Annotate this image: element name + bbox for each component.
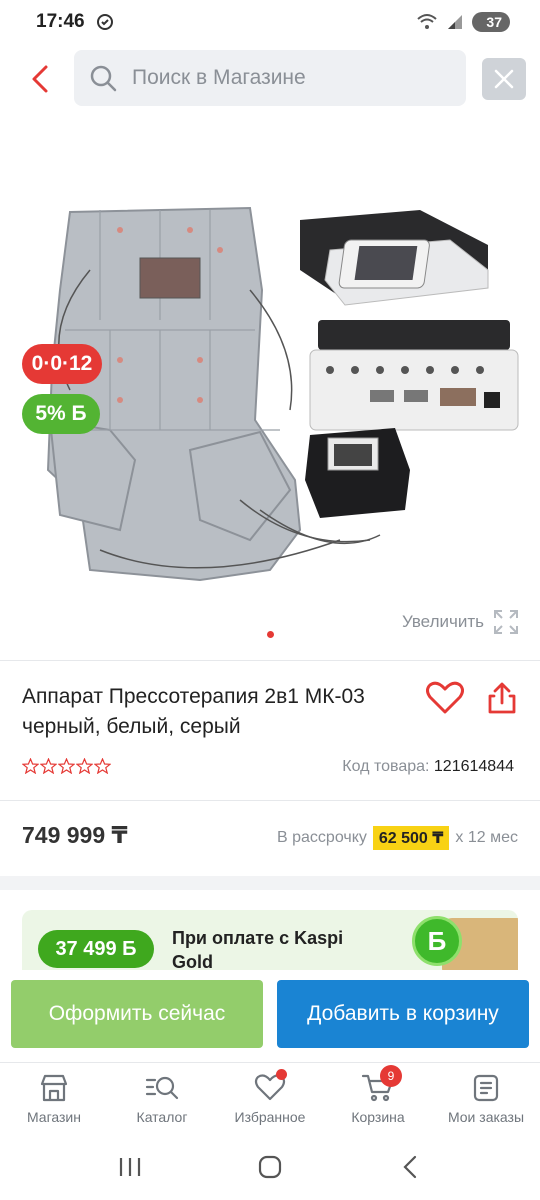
chevron-left-icon — [32, 65, 48, 93]
catalog-icon — [145, 1076, 179, 1100]
installment-prefix: В рассрочку — [277, 829, 367, 846]
star-icon — [94, 758, 111, 774]
product-title: Аппарат Прессотерапия 2в1 МК-03 черный, … — [22, 685, 365, 738]
favorites-notification-dot — [276, 1069, 287, 1080]
cart-count-badge: 9 — [380, 1065, 402, 1087]
shop-icon — [40, 1074, 68, 1102]
star-icon — [58, 758, 75, 774]
nav-item-shop[interactable]: Магазин — [0, 1063, 108, 1134]
home-button[interactable] — [240, 1142, 300, 1192]
product-price: 749 999 ₸ — [22, 822, 128, 848]
nav-label: Каталог — [136, 1109, 188, 1125]
nav-item-cart[interactable]: 9 Корзина — [324, 1063, 432, 1134]
nav-item-favorites[interactable]: Избранное — [216, 1063, 324, 1134]
nav-item-orders[interactable]: Мои заказы — [432, 1063, 540, 1134]
product-gallery[interactable]: 0·0·12 5% Б Увеличить — [0, 130, 540, 650]
bottom-navigation: Магазин Каталог Избранное 9 Корзина Мои … — [0, 1062, 540, 1134]
nav-label: Корзина — [351, 1109, 405, 1125]
header — [0, 50, 540, 108]
chevron-left-icon — [403, 1155, 417, 1179]
orders-icon — [473, 1074, 499, 1102]
status-time: 17:46 — [36, 11, 85, 32]
share-icon — [488, 682, 516, 714]
nav-label: Избранное — [234, 1109, 306, 1125]
divider — [0, 660, 540, 661]
installment-amount: 62 500 ₸ — [372, 826, 450, 850]
star-icon — [76, 758, 93, 774]
nav-item-catalog[interactable]: Каталог — [108, 1063, 216, 1134]
buy-now-button[interactable]: Оформить сейчас — [11, 980, 263, 1048]
home-icon — [258, 1155, 282, 1179]
section-separator — [0, 876, 540, 890]
nav-label: Магазин — [26, 1109, 81, 1125]
add-to-cart-button[interactable]: Добавить в корзину — [277, 980, 529, 1048]
star-icon — [40, 758, 57, 774]
star-icon — [22, 758, 39, 774]
close-button[interactable] — [482, 58, 526, 100]
close-icon — [494, 69, 514, 89]
battery-indicator: 37 — [472, 12, 510, 32]
search-input[interactable] — [132, 66, 432, 90]
divider — [0, 800, 540, 801]
promo-bonus-pill: 37 499 Б — [38, 930, 154, 968]
action-bar: Оформить сейчас Добавить в корзину — [0, 972, 540, 1060]
bonus-badge: 5% Б — [22, 394, 100, 434]
signal-icon — [448, 15, 463, 29]
promo-text: При оплате с Kaspi Gold — [172, 928, 344, 970]
system-navigation — [0, 1134, 540, 1200]
share-button[interactable] — [482, 678, 522, 718]
installment-info[interactable]: В рассрочку 62 500 ₸ х 12 мес — [277, 826, 518, 850]
kaspi-gold-promo[interactable]: 37 499 Б При оплате с Kaspi Gold Б — [22, 910, 518, 970]
heart-icon — [426, 681, 464, 714]
product-code: Код товара: 121614844 — [342, 758, 514, 776]
installment-badge: 0·0·12 — [22, 344, 102, 384]
recent-apps-button[interactable] — [100, 1142, 160, 1192]
recent-apps-icon — [119, 1158, 141, 1176]
system-back-button[interactable] — [380, 1142, 440, 1192]
rating-stars — [22, 758, 111, 774]
nav-label: Мои заказы — [447, 1109, 525, 1125]
gallery-page-indicator — [267, 631, 274, 638]
sync-icon — [96, 14, 113, 30]
zoom-link[interactable]: Увеличить — [402, 608, 520, 636]
product-code-value: 121614844 — [433, 758, 514, 775]
favorite-button[interactable] — [424, 678, 466, 718]
back-button[interactable] — [22, 60, 58, 98]
product-code-label: Код товара: — [342, 758, 430, 775]
wifi-icon — [417, 14, 438, 29]
search-box[interactable] — [74, 50, 466, 106]
search-icon — [90, 65, 117, 92]
status-bar: 17:46 37 — [0, 0, 540, 44]
expand-icon — [494, 610, 518, 634]
zoom-label: Увеличить — [402, 612, 484, 631]
bonus-coin-icon: Б — [412, 916, 462, 966]
installment-suffix: х 12 мес — [455, 829, 518, 846]
